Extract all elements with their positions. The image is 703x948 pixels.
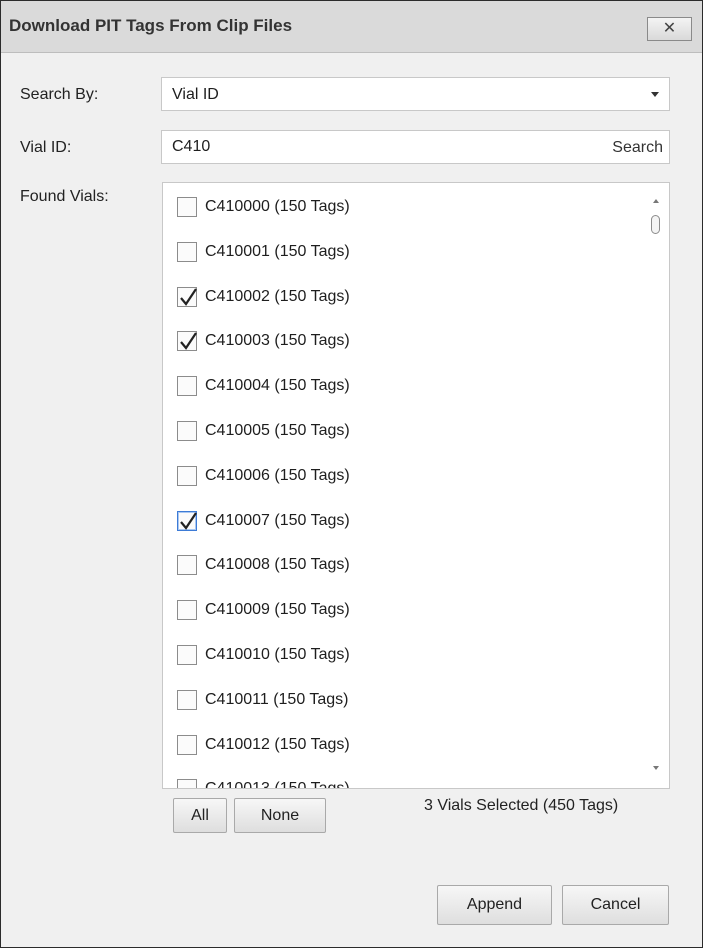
vial-id-field: Search [161, 130, 670, 164]
scroll-down-icon[interactable] [653, 766, 659, 770]
list-item-label: C410005 (150 Tags) [205, 422, 350, 439]
list-item-label: C410003 (150 Tags) [205, 332, 350, 349]
list-item-label: C410013 (150 Tags) [205, 780, 350, 789]
dialog-title: Download PIT Tags From Clip Files [9, 16, 293, 35]
scroll-thumb[interactable] [651, 215, 660, 234]
list-item-label: C410010 (150 Tags) [205, 646, 350, 663]
checkbox[interactable] [177, 735, 197, 755]
scroll-up-icon[interactable] [653, 199, 659, 203]
list-item-label: C410006 (150 Tags) [205, 467, 350, 484]
checkbox[interactable] [177, 555, 197, 575]
checkmark-icon [180, 332, 197, 350]
list-item-label: C410012 (150 Tags) [205, 736, 350, 753]
list-item[interactable]: C410008 (150 Tags) [177, 551, 350, 579]
list-item-label: C410002 (150 Tags) [205, 288, 350, 305]
checkbox-checked[interactable] [177, 511, 197, 531]
checkbox[interactable] [177, 242, 197, 262]
list-item[interactable]: C410011 (150 Tags) [177, 686, 349, 714]
checkmark-icon [180, 512, 197, 530]
checkbox-checked[interactable] [177, 331, 197, 351]
select-none-button[interactable]: None [234, 798, 326, 833]
search-button[interactable]: Search [612, 139, 663, 157]
chevron-down-icon [651, 92, 659, 97]
search-by-dropdown[interactable]: Vial ID [161, 77, 670, 111]
list-item[interactable]: C410012 (150 Tags) [177, 731, 350, 759]
selection-status: 3 Vials Selected (450 Tags) [424, 797, 619, 814]
search-by-value: Vial ID [172, 86, 219, 103]
list-item-label: C410008 (150 Tags) [205, 556, 350, 573]
list-item[interactable]: C410009 (150 Tags) [177, 596, 350, 624]
list-scrollbar[interactable] [645, 183, 669, 788]
list-item-label: C410001 (150 Tags) [205, 243, 350, 260]
checkbox-checked[interactable] [177, 287, 197, 307]
vial-id-label: Vial ID: [20, 139, 72, 156]
checkmark-icon [180, 288, 197, 306]
list-item[interactable]: C410004 (150 Tags) [177, 372, 350, 400]
list-item[interactable]: C410007 (150 Tags) [177, 507, 350, 535]
list-item[interactable]: C410001 (150 Tags) [177, 238, 350, 266]
list-item[interactable]: C410005 (150 Tags) [177, 417, 350, 445]
cancel-button[interactable]: Cancel [562, 885, 669, 925]
search-by-label: Search By: [20, 86, 99, 103]
append-button[interactable]: Append [437, 885, 552, 925]
list-item[interactable]: C410013 (150 Tags) [177, 775, 350, 789]
checkbox[interactable] [177, 466, 197, 486]
select-all-button[interactable]: All [173, 798, 227, 833]
list-item-label: C410011 (150 Tags) [205, 691, 349, 708]
list-item[interactable]: C410003 (150 Tags) [177, 327, 350, 355]
list-item-label: C410000 (150 Tags) [205, 198, 350, 215]
found-vials-label: Found Vials: [20, 188, 109, 205]
checkbox[interactable] [177, 197, 197, 217]
checkbox[interactable] [177, 376, 197, 396]
list-item[interactable]: C410002 (150 Tags) [177, 283, 350, 311]
title-bar: Download PIT Tags From Clip Files ✕ [1, 1, 702, 53]
list-item-label: C410007 (150 Tags) [205, 512, 350, 529]
list-item[interactable]: C410006 (150 Tags) [177, 462, 350, 490]
checkbox[interactable] [177, 600, 197, 620]
download-pit-tags-dialog: Download PIT Tags From Clip Files ✕ Sear… [0, 0, 703, 948]
checkbox[interactable] [177, 779, 197, 788]
vial-id-input[interactable] [162, 131, 582, 163]
checkbox[interactable] [177, 421, 197, 441]
list-item-label: C410009 (150 Tags) [205, 601, 350, 618]
list-item[interactable]: C410000 (150 Tags) [177, 193, 350, 221]
close-button[interactable]: ✕ [647, 17, 692, 41]
close-icon: ✕ [662, 20, 677, 37]
checkbox[interactable] [177, 645, 197, 665]
list-item[interactable]: C410010 (150 Tags) [177, 641, 350, 669]
found-vials-list[interactable]: C410013 (150 Tags) C410012 (150 Tags) C410… [162, 182, 670, 789]
checkbox[interactable] [177, 690, 197, 710]
list-item-label: C410004 (150 Tags) [205, 377, 350, 394]
